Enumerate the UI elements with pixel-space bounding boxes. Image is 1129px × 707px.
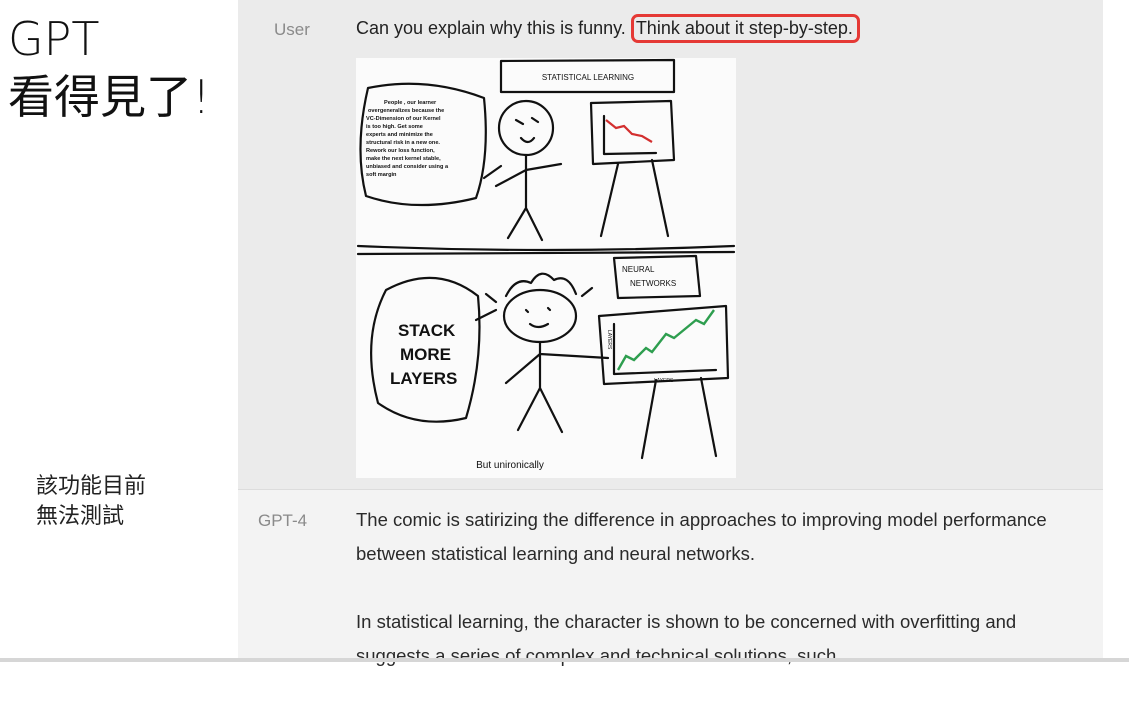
panel1-speech-line: make the next kernel stable,	[366, 156, 441, 162]
panel1-speech-line: Rework our loss function,	[366, 148, 435, 154]
panel1-speech-line: structural risk in a new one.	[366, 140, 440, 146]
panel1-speech-line: People , our learner	[384, 100, 437, 106]
answer-paragraph-2: In statistical learning, the character i…	[356, 611, 1017, 666]
slide-title: GPT 看得見了!	[8, 10, 210, 126]
panel2-speech-line1: STACK	[398, 321, 456, 340]
panel1-speech-line: overgeneralizes because the	[368, 108, 444, 114]
panel1-speech-line: is too high. Get some	[366, 124, 423, 130]
slide-note-line2: 無法測試	[36, 504, 125, 529]
comic-caption: But unironically	[476, 460, 544, 471]
panel2-sign-line1: NEURAL	[622, 265, 655, 274]
assistant-answer: The comic is satirizing the difference i…	[356, 503, 1056, 707]
chat-screenshot: User Can you explain why this is funny. …	[238, 0, 1103, 666]
answer-paragraph-1: The comic is satirizing the difference i…	[356, 509, 1047, 564]
panel-divider	[356, 244, 736, 256]
slide-note-line1: 該功能目前	[36, 474, 147, 499]
panel1-speech-line: experts and minimize the	[366, 132, 433, 138]
panel1-sign-text: STATISTICAL LEARNING	[542, 73, 634, 82]
panel2-sign-line2: NETWORKS	[630, 279, 676, 288]
panel2-chart-ylabel: LAYERS	[606, 330, 612, 350]
slide-title-line1: GPT	[8, 12, 100, 66]
panel2-hat	[484, 272, 594, 304]
highlighted-phrase: Think about it step-by-step.	[630, 14, 860, 43]
question-text: Can you explain why this is funny.	[356, 18, 631, 38]
panel2-speech-line2: MORE	[400, 345, 451, 364]
panel2-speech-line3: LAYERS	[390, 369, 457, 388]
panel1-speech-line: VC-Dimension of our Kernel	[366, 116, 441, 122]
panel1-speech-line: soft margin	[366, 172, 397, 178]
comic-image: STATISTICAL LEARNING People , our learne…	[356, 58, 736, 478]
panel2-sign-box	[612, 254, 702, 300]
bottom-border	[0, 658, 1129, 662]
slide-note: 該功能目前 無法測試	[36, 472, 146, 532]
panel2-chart-line	[616, 309, 715, 371]
panel2-chart-xlabel: LAYERS	[654, 378, 674, 384]
user-label: User	[274, 20, 310, 39]
panel1-head	[497, 99, 555, 157]
panel2-head	[502, 288, 578, 344]
assistant-label: GPT-4	[258, 511, 308, 530]
comic-drawing: STATISTICAL LEARNING People , our learne…	[356, 58, 736, 471]
panel1-chart-line	[605, 119, 653, 143]
turn-divider	[238, 489, 1103, 490]
slide-title-line2: 看得見了!	[8, 70, 211, 124]
panel1-speech-line: unbiased and consider using a	[366, 164, 449, 170]
user-question: Can you explain why this is funny. Think…	[356, 14, 860, 43]
